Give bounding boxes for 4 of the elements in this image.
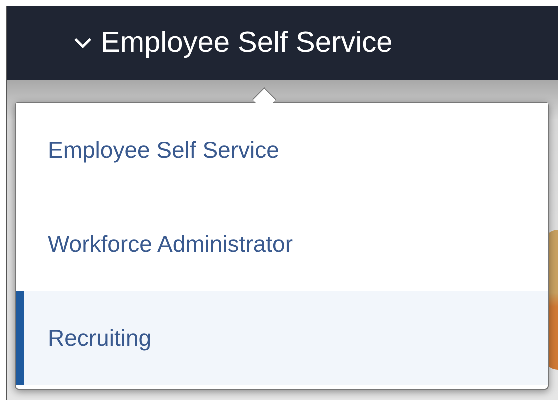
menu-item[interactable]: Workforce Administrator (16, 197, 548, 291)
menu-item[interactable]: Employee Self Service (16, 103, 548, 197)
homepage-selector[interactable]: Employee Self Service (67, 22, 399, 64)
menu-item[interactable]: Recruiting (16, 291, 548, 385)
